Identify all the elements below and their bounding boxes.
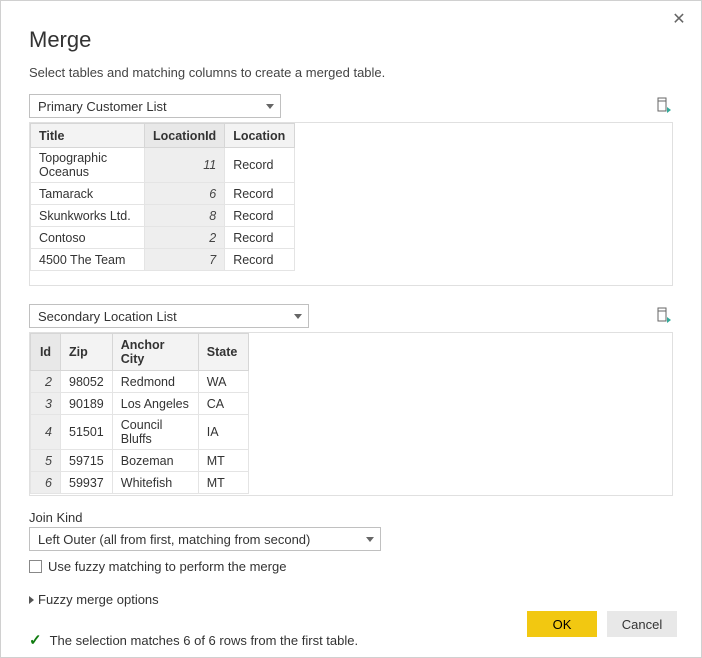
col-title[interactable]: Title <box>31 124 145 148</box>
second-table-dropdown-value: Secondary Location List <box>38 309 177 324</box>
first-table-dropdown-value: Primary Customer List <box>38 99 167 114</box>
col-id[interactable]: Id <box>31 334 61 371</box>
close-icon[interactable]: ✕ <box>669 11 689 31</box>
cell-title: Tamarack <box>31 183 145 205</box>
cell-locationid: 11 <box>145 148 225 183</box>
triangle-right-icon <box>29 596 34 604</box>
cancel-button[interactable]: Cancel <box>607 611 677 637</box>
cell-id: 6 <box>31 472 61 494</box>
cell-city: Whitefish <box>112 472 198 494</box>
cell-zip: 59937 <box>61 472 113 494</box>
fuzzy-options-label: Fuzzy merge options <box>38 592 159 607</box>
cell-state: IA <box>198 415 248 450</box>
col-location[interactable]: Location <box>225 124 295 148</box>
join-kind-dropdown[interactable]: Left Outer (all from first, matching fro… <box>29 527 381 551</box>
table-row[interactable]: Contoso2Record <box>31 227 295 249</box>
table-row[interactable]: Skunkworks Ltd.8Record <box>31 205 295 227</box>
cell-locationid: 6 <box>145 183 225 205</box>
cell-id: 4 <box>31 415 61 450</box>
first-table-dropdown[interactable]: Primary Customer List <box>29 94 281 118</box>
chevron-down-icon <box>266 104 274 109</box>
join-kind-value: Left Outer (all from first, matching fro… <box>38 532 310 547</box>
second-table-preview: Id Zip Anchor City State 298052RedmondWA… <box>29 332 673 496</box>
dialog-subtitle: Select tables and matching columns to cr… <box>29 65 673 80</box>
cell-city: Bozeman <box>112 450 198 472</box>
checkbox-box-icon <box>29 560 42 573</box>
cell-id: 2 <box>31 371 61 393</box>
cell-title: Skunkworks Ltd. <box>31 205 145 227</box>
chevron-down-icon <box>294 314 302 319</box>
cell-zip: 90189 <box>61 393 113 415</box>
cell-state: MT <box>198 450 248 472</box>
join-kind-label: Join Kind <box>29 510 673 525</box>
checkmark-icon: ✓ <box>29 631 42 649</box>
cell-location: Record <box>225 249 295 271</box>
cell-zip: 51501 <box>61 415 113 450</box>
table-row[interactable]: 298052RedmondWA <box>31 371 249 393</box>
cell-id: 5 <box>31 450 61 472</box>
cell-zip: 98052 <box>61 371 113 393</box>
table-row[interactable]: 390189Los AngelesCA <box>31 393 249 415</box>
table-row[interactable]: Tamarack6Record <box>31 183 295 205</box>
fuzzy-matching-label: Use fuzzy matching to perform the merge <box>48 559 286 574</box>
table-row[interactable]: 451501Council BluffsIA <box>31 415 249 450</box>
cell-location: Record <box>225 205 295 227</box>
cell-title: Contoso <box>31 227 145 249</box>
cell-location: Record <box>225 183 295 205</box>
cell-locationid: 7 <box>145 249 225 271</box>
expand-table-icon[interactable] <box>655 97 673 115</box>
status-text: The selection matches 6 of 6 rows from t… <box>50 633 359 648</box>
cell-title: Topographic Oceanus <box>31 148 145 183</box>
table-row[interactable]: 659937WhitefishMT <box>31 472 249 494</box>
expand-table-icon[interactable] <box>655 307 673 325</box>
col-zip[interactable]: Zip <box>61 334 113 371</box>
cell-location: Record <box>225 148 295 183</box>
cell-title: 4500 The Team <box>31 249 145 271</box>
cell-id: 3 <box>31 393 61 415</box>
cell-state: MT <box>198 472 248 494</box>
ok-button[interactable]: OK <box>527 611 597 637</box>
cell-location: Record <box>225 227 295 249</box>
second-table-dropdown[interactable]: Secondary Location List <box>29 304 309 328</box>
first-table-preview: Title LocationId Location Topographic Oc… <box>29 122 673 286</box>
fuzzy-matching-checkbox[interactable]: Use fuzzy matching to perform the merge <box>29 559 673 574</box>
cell-city: Los Angeles <box>112 393 198 415</box>
table-row[interactable]: 4500 The Team7Record <box>31 249 295 271</box>
col-state[interactable]: State <box>198 334 248 371</box>
dialog-title: Merge <box>29 27 673 53</box>
table-row[interactable]: 559715BozemanMT <box>31 450 249 472</box>
cell-state: WA <box>198 371 248 393</box>
cell-city: Council Bluffs <box>112 415 198 450</box>
col-locationid[interactable]: LocationId <box>145 124 225 148</box>
chevron-down-icon <box>366 537 374 542</box>
cell-locationid: 8 <box>145 205 225 227</box>
table-row[interactable]: Topographic Oceanus11Record <box>31 148 295 183</box>
cell-city: Redmond <box>112 371 198 393</box>
cell-locationid: 2 <box>145 227 225 249</box>
fuzzy-options-disclosure[interactable]: Fuzzy merge options <box>29 592 673 607</box>
cell-state: CA <box>198 393 248 415</box>
col-city[interactable]: Anchor City <box>112 334 198 371</box>
cell-zip: 59715 <box>61 450 113 472</box>
